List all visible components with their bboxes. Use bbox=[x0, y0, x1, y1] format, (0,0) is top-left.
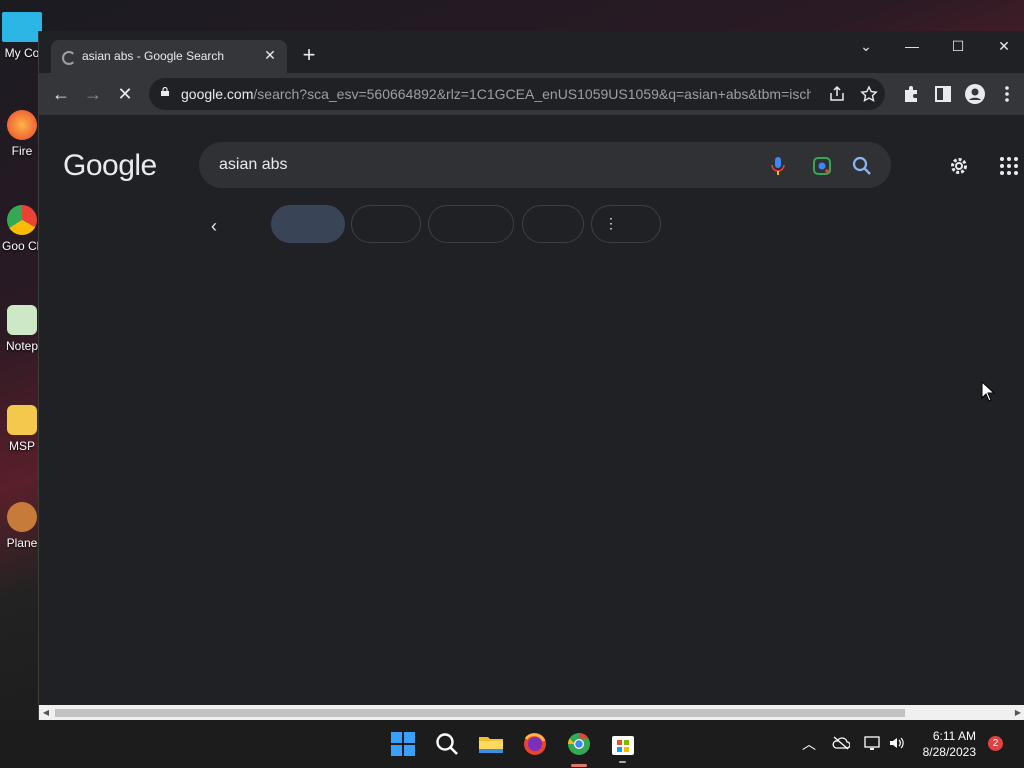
new-tab-button[interactable]: + bbox=[297, 44, 321, 68]
firefox-icon[interactable] bbox=[520, 729, 550, 759]
more-vert-icon: ⋮ bbox=[604, 215, 618, 231]
show-hidden-icons-chevron-icon[interactable]: ︿ bbox=[802, 734, 816, 754]
google-apps-icon[interactable] bbox=[1000, 157, 1018, 175]
chrome-icon[interactable] bbox=[564, 729, 594, 759]
menu-icon[interactable] bbox=[995, 82, 1019, 106]
desktop-icon-label: MSP bbox=[8, 439, 35, 453]
url-path: /search?sca_esv=560664892&rlz=1C1GCEA_en… bbox=[253, 86, 811, 102]
desktop-icon-my-computer[interactable]: My Co bbox=[2, 12, 42, 60]
store-icon[interactable] bbox=[608, 729, 638, 759]
onedrive-offline-icon[interactable] bbox=[832, 736, 850, 750]
filter-chip[interactable] bbox=[428, 205, 514, 243]
desktop-icon-label: My Co bbox=[4, 46, 40, 60]
side-panel-icon[interactable] bbox=[931, 82, 955, 106]
tab-strip: asian abs - Google Search ✕ + ⌄ — ☐ ✕ bbox=[39, 31, 1024, 73]
address-bar[interactable]: google.com/search?sca_esv=560664892&rlz=… bbox=[149, 78, 885, 110]
star-icon[interactable] bbox=[859, 84, 879, 104]
msp-icon bbox=[7, 405, 37, 435]
chrome-icon bbox=[7, 205, 37, 235]
mouse-cursor-icon bbox=[981, 381, 995, 402]
scroll-right-arrow-icon[interactable]: ▶ bbox=[1011, 705, 1024, 720]
google-results-page: Google asian abs ‹ ⋮ bbox=[39, 116, 1024, 712]
browser-window: asian abs - Google Search ✕ + ⌄ — ☐ ✕ ← … bbox=[38, 31, 1024, 720]
desktop-icon-planet[interactable]: Plane bbox=[2, 502, 42, 550]
browser-toolbar: ← → ✕ google.com/search?sca_esv=56066489… bbox=[39, 73, 1024, 115]
clock-date: 8/28/2023 bbox=[922, 745, 976, 759]
notification-badge[interactable]: 2 bbox=[988, 736, 1003, 751]
notepad-icon bbox=[7, 305, 37, 335]
close-window-button[interactable]: ✕ bbox=[981, 31, 1024, 61]
search-query-input[interactable]: asian abs bbox=[219, 156, 288, 174]
search-icon[interactable] bbox=[851, 155, 873, 177]
back-button[interactable]: ← bbox=[49, 82, 73, 106]
profile-icon[interactable] bbox=[963, 82, 987, 106]
desktop-icon-label: Plane bbox=[6, 536, 38, 550]
scrollbar-thumb[interactable] bbox=[55, 709, 905, 717]
minimize-button[interactable]: — bbox=[889, 31, 935, 61]
desktop-icon-label: Notep bbox=[5, 339, 39, 353]
start-icon[interactable] bbox=[388, 729, 418, 759]
desktop-icon-msp[interactable]: MSP bbox=[2, 405, 42, 453]
url-host: google.com bbox=[181, 86, 254, 102]
taskbar: ︿ 6:11 AM 8/28/2023 2 bbox=[0, 720, 1024, 768]
planet-icon bbox=[7, 502, 37, 532]
running-app-indicator bbox=[619, 761, 626, 763]
tab-search-button[interactable]: ⌄ bbox=[843, 31, 889, 61]
forward-button[interactable]: → bbox=[81, 82, 105, 106]
active-app-indicator bbox=[571, 764, 587, 767]
search-icon[interactable] bbox=[432, 729, 462, 759]
lock-icon bbox=[161, 87, 169, 96]
filter-chip[interactable] bbox=[522, 205, 584, 243]
desktop-icon-chrome[interactable]: Goo Chr bbox=[2, 205, 42, 253]
desktop-icon-label: Fire bbox=[11, 144, 33, 158]
url-text: google.com/search?sca_esv=560664892&rlz=… bbox=[181, 86, 811, 102]
desktop-icon-label: Goo Chr bbox=[2, 239, 42, 253]
google-logo[interactable]: Google bbox=[63, 149, 157, 183]
chips-back-button[interactable]: ‹ bbox=[211, 216, 217, 237]
network-icon[interactable] bbox=[864, 735, 882, 751]
horizontal-scrollbar[interactable]: ◀ ▶ bbox=[39, 705, 1024, 720]
desktop-icon-notepad[interactable]: Notep bbox=[2, 305, 42, 353]
scroll-left-arrow-icon[interactable]: ◀ bbox=[39, 705, 53, 720]
filter-chip[interactable] bbox=[351, 205, 421, 243]
loading-icon bbox=[62, 51, 76, 65]
firefox-icon bbox=[7, 110, 37, 140]
extensions-icon[interactable] bbox=[899, 82, 923, 106]
filter-chip[interactable] bbox=[271, 205, 345, 243]
stop-loading-button[interactable]: ✕ bbox=[113, 82, 137, 106]
clock-time: 6:11 AM bbox=[932, 729, 976, 743]
volume-icon[interactable] bbox=[888, 735, 906, 751]
lens-icon[interactable] bbox=[811, 155, 833, 177]
maximize-button[interactable]: ☐ bbox=[935, 31, 981, 61]
microphone-icon[interactable] bbox=[767, 155, 789, 177]
monitor-icon bbox=[2, 12, 42, 42]
share-icon[interactable] bbox=[827, 84, 847, 104]
file-explorer-icon[interactable] bbox=[476, 729, 506, 759]
more-filters-chip[interactable]: ⋮ bbox=[591, 205, 661, 243]
tab-close-icon[interactable]: ✕ bbox=[261, 46, 279, 64]
clock[interactable]: 6:11 AM 8/28/2023 bbox=[912, 728, 976, 760]
search-box[interactable]: asian abs bbox=[199, 142, 891, 188]
tab-title: asian abs - Google Search bbox=[82, 49, 225, 63]
desktop-icon-firefox[interactable]: Fire bbox=[2, 110, 42, 158]
tab-google-search[interactable]: asian abs - Google Search ✕ bbox=[51, 40, 287, 73]
settings-gear-icon[interactable] bbox=[947, 154, 971, 178]
